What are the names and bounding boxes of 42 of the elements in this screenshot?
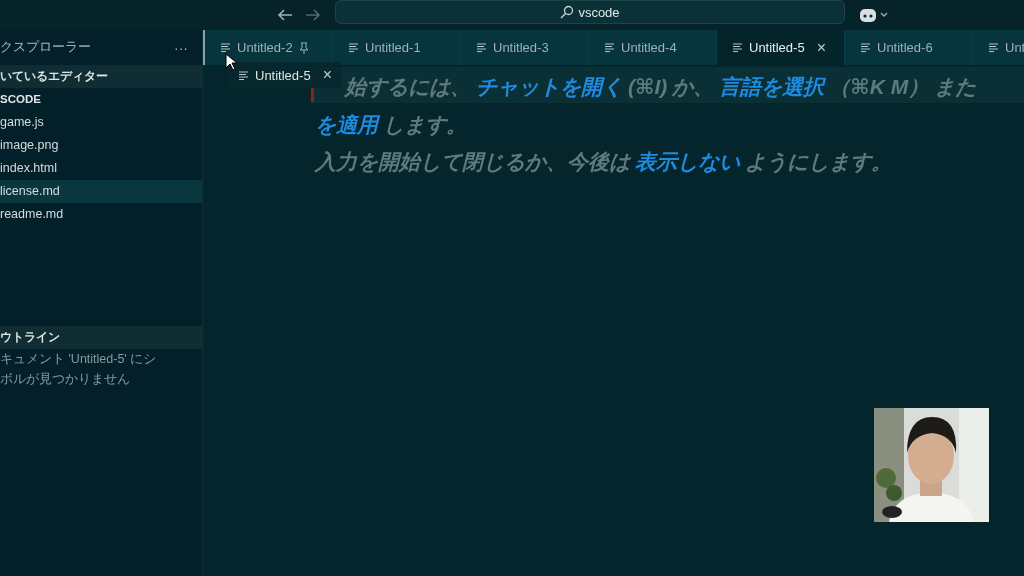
- outline-message: ボルが見つかりません: [0, 371, 131, 388]
- file-lines-icon: [349, 43, 359, 52]
- file-lines-icon: [861, 43, 871, 52]
- file-item[interactable]: image.png: [0, 134, 202, 157]
- file-item[interactable]: readme.md: [0, 203, 202, 226]
- pin-icon[interactable]: [298, 41, 309, 54]
- hint-text: 始するには、: [345, 74, 471, 100]
- file-lines-icon: [477, 43, 487, 52]
- search-icon: [560, 5, 575, 19]
- hint-link[interactable]: を適用: [315, 105, 378, 143]
- hint-text: (⌘I): [628, 74, 668, 100]
- hint-link[interactable]: 言語を選択: [719, 68, 825, 106]
- more-actions-button[interactable]: ···: [174, 39, 188, 56]
- close-icon[interactable]: ×: [322, 66, 332, 84]
- file-lines-icon: [733, 43, 743, 52]
- file-lines-icon: [605, 43, 615, 52]
- file-lines-icon: [989, 43, 999, 52]
- hint-link[interactable]: チャットを開く: [476, 68, 623, 106]
- hint-text: （⌘K M）: [829, 74, 930, 100]
- section-header[interactable]: ウトライン: [0, 326, 202, 349]
- sidebar-title: クスプローラー: [0, 39, 91, 56]
- editor-tab[interactable]: Untitled-5 ×: [717, 30, 845, 65]
- file-lines-icon: [221, 43, 231, 52]
- file-item[interactable]: license.md: [0, 180, 202, 203]
- hint-text: ようにします。: [745, 149, 892, 176]
- hint-text: か、: [672, 74, 715, 100]
- outline-message: キュメント 'Untitled-5' にシ: [0, 351, 158, 368]
- hint-text: します。: [383, 111, 467, 138]
- search-field[interactable]: vscode: [335, 0, 845, 24]
- close-icon[interactable]: ×: [816, 38, 826, 57]
- forward-arrow-icon[interactable]: [305, 9, 321, 21]
- file-item[interactable]: game.js: [0, 111, 202, 134]
- mouse-pointer-icon: [225, 53, 237, 71]
- back-arrow-icon[interactable]: [277, 9, 293, 21]
- file-item[interactable]: index.html: [0, 157, 202, 180]
- hint-text: 入力を開始して閉じるか、今後は: [315, 149, 630, 175]
- hint-text: また: [934, 74, 977, 100]
- file-lines-icon: [239, 70, 249, 80]
- copilot-icon[interactable]: [859, 7, 889, 23]
- section-header[interactable]: いているエディター: [0, 65, 202, 88]
- folder-header[interactable]: SCODE: [0, 88, 202, 111]
- hint-link[interactable]: 表示しない: [635, 143, 740, 181]
